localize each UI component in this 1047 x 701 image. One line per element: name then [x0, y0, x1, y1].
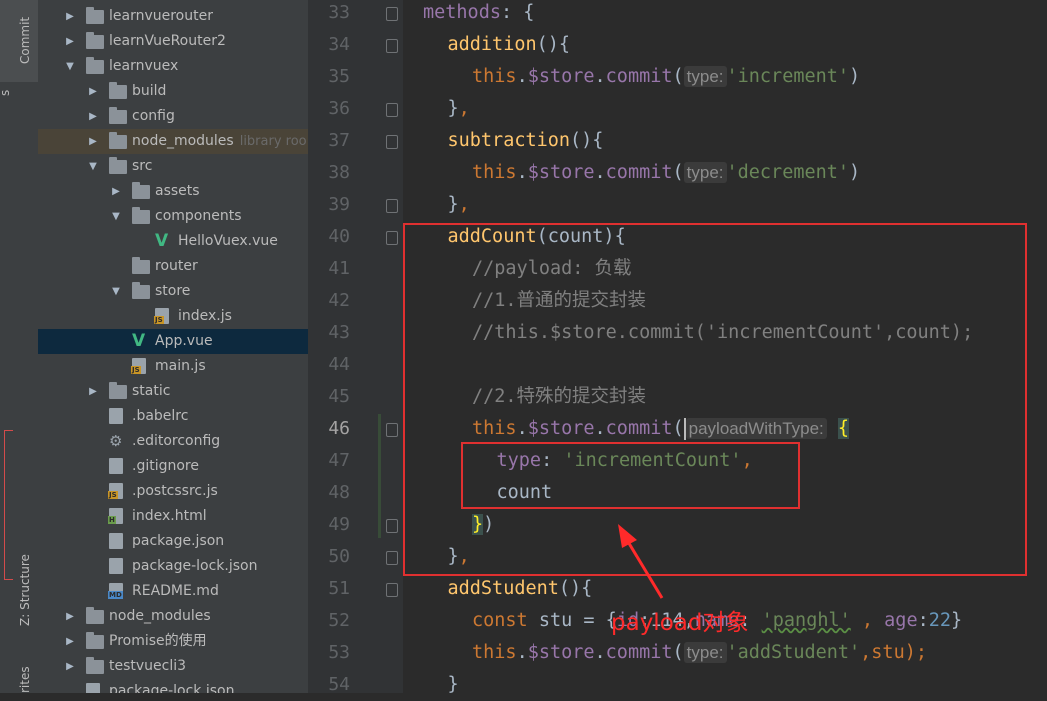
annotation-arrow: [618, 524, 664, 599]
payload-annotation-label: payload对象: [611, 610, 749, 636]
